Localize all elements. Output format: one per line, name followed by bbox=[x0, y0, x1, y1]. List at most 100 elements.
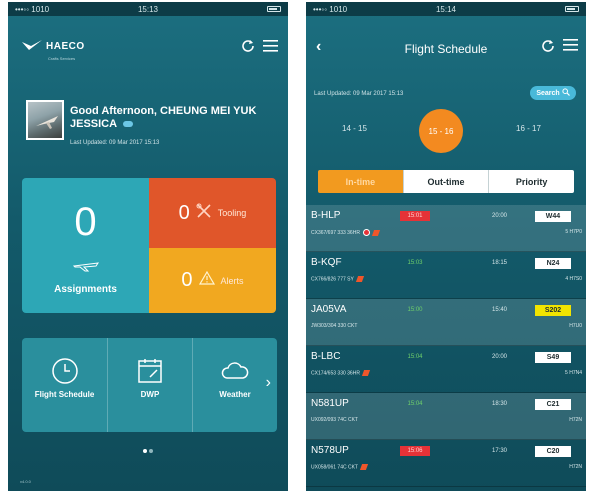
page-indicator bbox=[8, 440, 288, 458]
flight-row[interactable]: B-HLP 15:01 20:00 W44 CX367/697 333 36HR 5 H7… bbox=[306, 205, 586, 252]
battery-icon bbox=[565, 6, 579, 12]
cloud-icon bbox=[220, 356, 250, 386]
logo-text: HAECO bbox=[46, 40, 85, 52]
tools-icon bbox=[196, 203, 212, 224]
flight-hangar: H72N bbox=[569, 464, 582, 470]
aircraft-registration: N581UP bbox=[311, 398, 349, 409]
status-time: 15:14 bbox=[435, 4, 457, 14]
flight-hangar: 5 H7P0 bbox=[565, 229, 582, 235]
page-dot[interactable] bbox=[149, 449, 153, 453]
arrival-time: 15:01 bbox=[400, 211, 430, 221]
chevron-right-icon[interactable]: › bbox=[266, 374, 271, 392]
refresh-icon[interactable] bbox=[241, 38, 255, 52]
tab-priority[interactable]: Priority bbox=[488, 170, 574, 193]
home-screen: •••◦◦ 1010 15:13 HAECO Crafts Services G… bbox=[8, 2, 288, 491]
shortcut-dwp[interactable]: DWP bbox=[107, 338, 192, 432]
greeting-text: Good Afternoon, CHEUNG MEI YUK JESSICA bbox=[70, 105, 280, 131]
haeco-logo-icon bbox=[22, 40, 42, 52]
scheduled-time: 20:00 bbox=[492, 354, 508, 360]
tooling-tile[interactable]: 0 Tooling bbox=[149, 178, 276, 248]
bay-badge: W44 bbox=[535, 211, 571, 222]
flight-detail: CX766/826 777 SY bbox=[311, 276, 364, 283]
last-updated: Last Updated: 09 Mar 2017 15:13 bbox=[70, 140, 160, 146]
flight-hangar: 4 H7S0 bbox=[565, 276, 582, 282]
arrival-time: 15:00 bbox=[407, 307, 423, 313]
calendar-icon bbox=[135, 356, 165, 386]
flight-hangar: 5 H7N4 bbox=[565, 370, 582, 376]
clock-icon bbox=[50, 356, 80, 386]
menu-icon[interactable] bbox=[263, 39, 278, 52]
refresh-icon[interactable] bbox=[541, 38, 555, 57]
bay-badge: C21 bbox=[535, 399, 571, 410]
shortcut-panel: Flight Schedule DWP Weather › bbox=[22, 338, 277, 432]
flight-hangar: H72N bbox=[569, 417, 582, 423]
flight-detail-text: CX174/653 330 36HR bbox=[311, 370, 360, 377]
alerts-label: Alerts bbox=[220, 275, 244, 286]
flight-row[interactable]: N581UP 15:04 18:30 C21 UX092/093 74C CKT H72N bbox=[306, 393, 586, 440]
assignments-label: Assignments bbox=[54, 284, 117, 295]
flight-list: B-HLP 15:01 20:00 W44 CX367/697 333 36HR 5 H7… bbox=[306, 205, 586, 487]
tab-out-time[interactable]: Out-time bbox=[402, 170, 489, 193]
airplane-icon bbox=[72, 258, 100, 277]
logo-tagline: Crafts Services bbox=[48, 56, 76, 61]
shortcut-label: Weather bbox=[219, 390, 251, 399]
aircraft-registration: B-HLP bbox=[311, 210, 341, 221]
flight-detail-text: UX092/093 74C CKT bbox=[311, 417, 358, 423]
alerts-tile[interactable]: 0 Alerts bbox=[149, 248, 276, 313]
scheduled-time: 15:40 bbox=[492, 307, 508, 313]
plane-photo-icon bbox=[36, 116, 58, 129]
tooling-label: Tooling bbox=[217, 208, 247, 218]
flight-detail-text: CX367/697 333 36HR bbox=[311, 229, 360, 236]
flight-row[interactable]: B-LBC 15:04 20:00 S49 CX174/653 330 36HR 5 H7… bbox=[306, 346, 586, 393]
scheduled-time: 20:00 bbox=[492, 213, 508, 219]
top-actions bbox=[241, 38, 278, 52]
scheduled-time: 18:30 bbox=[492, 401, 508, 407]
date-option-selected[interactable]: 15 - 16 bbox=[419, 109, 463, 153]
assignments-count: 0 bbox=[74, 200, 97, 244]
greeting-message: Good Afternoon, CHEUNG MEI YUK JESSICA bbox=[70, 105, 257, 130]
status-bar: •••◦◦ 1010 15:14 bbox=[306, 2, 586, 16]
flight-detail: CX367/697 333 36HR bbox=[311, 229, 381, 236]
shortcut-flight-schedule[interactable]: Flight Schedule bbox=[22, 338, 107, 432]
app-version: v4.0.0 bbox=[20, 479, 31, 484]
search-button[interactable]: Search bbox=[530, 86, 576, 100]
tab-in-time[interactable]: In-time bbox=[318, 170, 403, 193]
date-option-next[interactable]: 16 - 17 bbox=[516, 124, 541, 133]
bay-badge: S202 bbox=[535, 305, 571, 316]
tooling-count: 0 bbox=[178, 201, 190, 224]
arrival-time: 15:04 bbox=[407, 401, 423, 407]
tool-icon bbox=[355, 276, 364, 282]
flight-detail: CX174/653 330 36HR bbox=[311, 370, 371, 377]
flight-detail-text: CX766/826 777 SY bbox=[311, 276, 354, 283]
sort-tabs: In-time Out-time Priority bbox=[318, 170, 574, 193]
last-updated: Last Updated: 09 Mar 2017 15:13 bbox=[314, 91, 404, 97]
top-actions bbox=[541, 38, 578, 57]
flight-hangar: H7U0 bbox=[569, 323, 582, 329]
flight-row[interactable]: B-KQF 15:03 18:15 N24 CX766/826 777 SY 4 H7S0 bbox=[306, 252, 586, 299]
flight-detail: JW303/304 330 CKT bbox=[311, 323, 357, 329]
search-label: Search bbox=[536, 89, 560, 97]
shortcut-label: Flight Schedule bbox=[34, 390, 95, 399]
flight-detail-text: UX058/061 74C CKT bbox=[311, 464, 358, 471]
aircraft-registration: B-LBC bbox=[311, 351, 341, 362]
assignments-tile[interactable]: 0 Assignments bbox=[22, 178, 149, 313]
flight-detail: UX058/061 74C CKT bbox=[311, 464, 369, 471]
arrival-time: 15:03 bbox=[407, 260, 423, 266]
alerts-count: 0 bbox=[181, 269, 193, 291]
flight-schedule-screen: •••◦◦ 1010 15:14 ‹ Flight Schedule Last … bbox=[306, 2, 586, 491]
date-option-prev[interactable]: 14 - 15 bbox=[342, 124, 367, 133]
search-icon bbox=[562, 88, 570, 98]
shortcut-weather[interactable]: Weather bbox=[192, 338, 277, 432]
page-dot[interactable] bbox=[143, 449, 147, 453]
haeco-logo: HAECO bbox=[22, 40, 85, 52]
shortcut-label: DWP bbox=[140, 390, 160, 399]
tool-icon bbox=[371, 229, 381, 236]
arrival-time: 15:04 bbox=[407, 354, 423, 360]
flight-row[interactable]: N578UP 15:06 17:30 C20 UX058/061 74C CKT H72N bbox=[306, 440, 586, 487]
warning-icon bbox=[198, 270, 215, 290]
scheduled-time: 18:15 bbox=[492, 260, 508, 266]
wheel-icon bbox=[362, 229, 370, 236]
flight-row[interactable]: JA05VA 15:00 15:40 S202 JW303/304 330 CKT H7U… bbox=[306, 299, 586, 346]
profile-photo[interactable] bbox=[26, 100, 64, 140]
menu-icon[interactable] bbox=[563, 38, 578, 57]
